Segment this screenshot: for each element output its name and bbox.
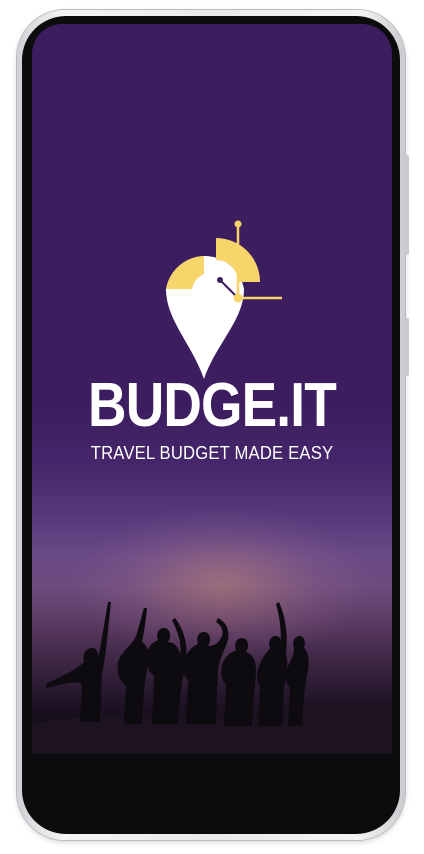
navigation-bar xyxy=(32,754,392,824)
people-silhouette-image xyxy=(32,602,392,754)
location-pin-clock-icon xyxy=(166,220,282,379)
volume-button xyxy=(405,318,409,376)
app-title: BUDGE.IT xyxy=(88,371,337,440)
power-button xyxy=(405,155,409,255)
splash-screen: BUDGE.IT TRAVEL BUDGET MADE EASY xyxy=(32,24,392,754)
app-tagline: TRAVEL BUDGET MADE EASY xyxy=(90,442,334,463)
